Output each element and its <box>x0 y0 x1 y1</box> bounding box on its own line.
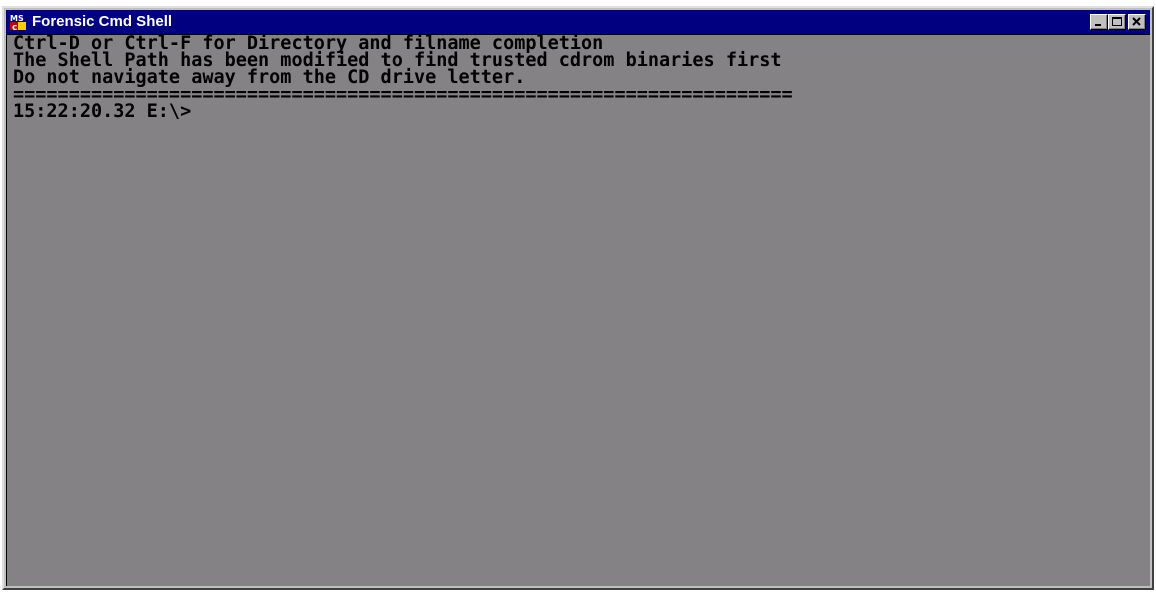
ms-dos-icon[interactable]: MS c <box>9 13 27 33</box>
maximize-button[interactable] <box>1108 14 1126 30</box>
console-output[interactable]: Ctrl-D or Ctrl-F for Directory and filna… <box>6 34 1150 586</box>
window-title: Forensic Cmd Shell <box>32 13 173 30</box>
minimize-icon <box>1095 24 1101 26</box>
maximize-icon <box>1112 17 1122 26</box>
minimize-button[interactable] <box>1090 14 1108 30</box>
svg-text:c: c <box>12 23 17 31</box>
svg-text:MS: MS <box>10 14 24 23</box>
title-bar[interactable]: MS c Forensic Cmd Shell <box>6 10 1150 34</box>
close-icon <box>1132 17 1141 26</box>
console-window[interactable]: MS c Forensic Cmd Shell Ctrl-D or Ctrl-F… <box>2 6 1154 590</box>
command-prompt[interactable]: 15:22:20.32 E:\> <box>13 102 191 121</box>
close-button[interactable] <box>1128 14 1146 30</box>
